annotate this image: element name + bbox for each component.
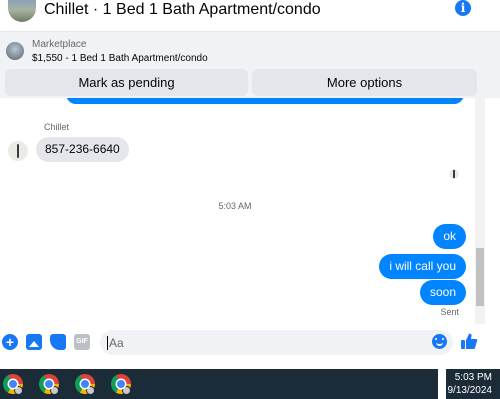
- more-options-button[interactable]: More options: [252, 69, 477, 96]
- sent-message[interactable]: soon: [419, 280, 466, 305]
- sticker-icon[interactable]: [50, 334, 66, 350]
- scrollbar-thumb[interactable]: [476, 248, 484, 306]
- os-taskbar: 5:03 PM 9/13/2024: [0, 369, 500, 399]
- message-input[interactable]: [100, 330, 453, 355]
- sender-name: Chillet: [44, 122, 70, 132]
- system-clock[interactable]: 5:03 PM 9/13/2024: [448, 371, 493, 397]
- taskbar-divider: [438, 369, 446, 399]
- messenger-window: Chillet · 1 Bed 1 Bath Apartment/condo i…: [0, 0, 500, 369]
- gif-icon[interactable]: GIF: [74, 334, 90, 350]
- mark-as-pending-button[interactable]: Mark as pending: [5, 69, 248, 96]
- chrome-icon[interactable]: [3, 374, 23, 395]
- chat-title[interactable]: Chillet · 1 Bed 1 Bath Apartment/condo: [44, 0, 321, 20]
- chat-header: Chillet · 1 Bed 1 Bath Apartment/condo i: [0, 0, 500, 32]
- read-receipt-avatar: [449, 169, 459, 179]
- photo-icon[interactable]: [26, 334, 42, 350]
- listing-thumbnail[interactable]: [6, 42, 24, 60]
- emoji-icon[interactable]: [432, 334, 447, 349]
- sent-message[interactable]: ok: [433, 224, 466, 249]
- sender-avatar[interactable]: [8, 141, 28, 161]
- message-list[interactable]: Chillet 857-236-6640 5:03 AM ok i will c…: [0, 98, 500, 324]
- sent-message[interactable]: i will call you: [379, 254, 466, 279]
- like-icon[interactable]: [460, 332, 478, 350]
- delivery-status: Sent: [440, 307, 459, 317]
- clock-time: 5:03 PM: [454, 372, 492, 383]
- marketplace-label: Marketplace: [32, 39, 87, 50]
- message-composer: + GIF: [0, 324, 500, 369]
- chrome-icon[interactable]: [111, 374, 131, 395]
- scrollbar[interactable]: [475, 98, 485, 324]
- text-caret: [107, 336, 108, 350]
- plus-icon[interactable]: +: [2, 334, 18, 350]
- message-timestamp: 5:03 AM: [218, 201, 252, 211]
- received-message[interactable]: 857-236-6640: [36, 137, 129, 162]
- clock-date: 9/13/2024: [447, 385, 493, 396]
- info-icon[interactable]: i: [455, 0, 471, 16]
- marketplace-banner: Marketplace $1,550 - 1 Bed 1 Bath Apartm…: [0, 32, 500, 98]
- previous-message-bubble[interactable]: [66, 98, 464, 104]
- listing-price[interactable]: $1,550 - 1 Bed 1 Bath Apartment/condo: [32, 53, 208, 64]
- chrome-icon[interactable]: [39, 374, 59, 395]
- listing-avatar[interactable]: [8, 0, 36, 22]
- chrome-icon[interactable]: [75, 374, 95, 395]
